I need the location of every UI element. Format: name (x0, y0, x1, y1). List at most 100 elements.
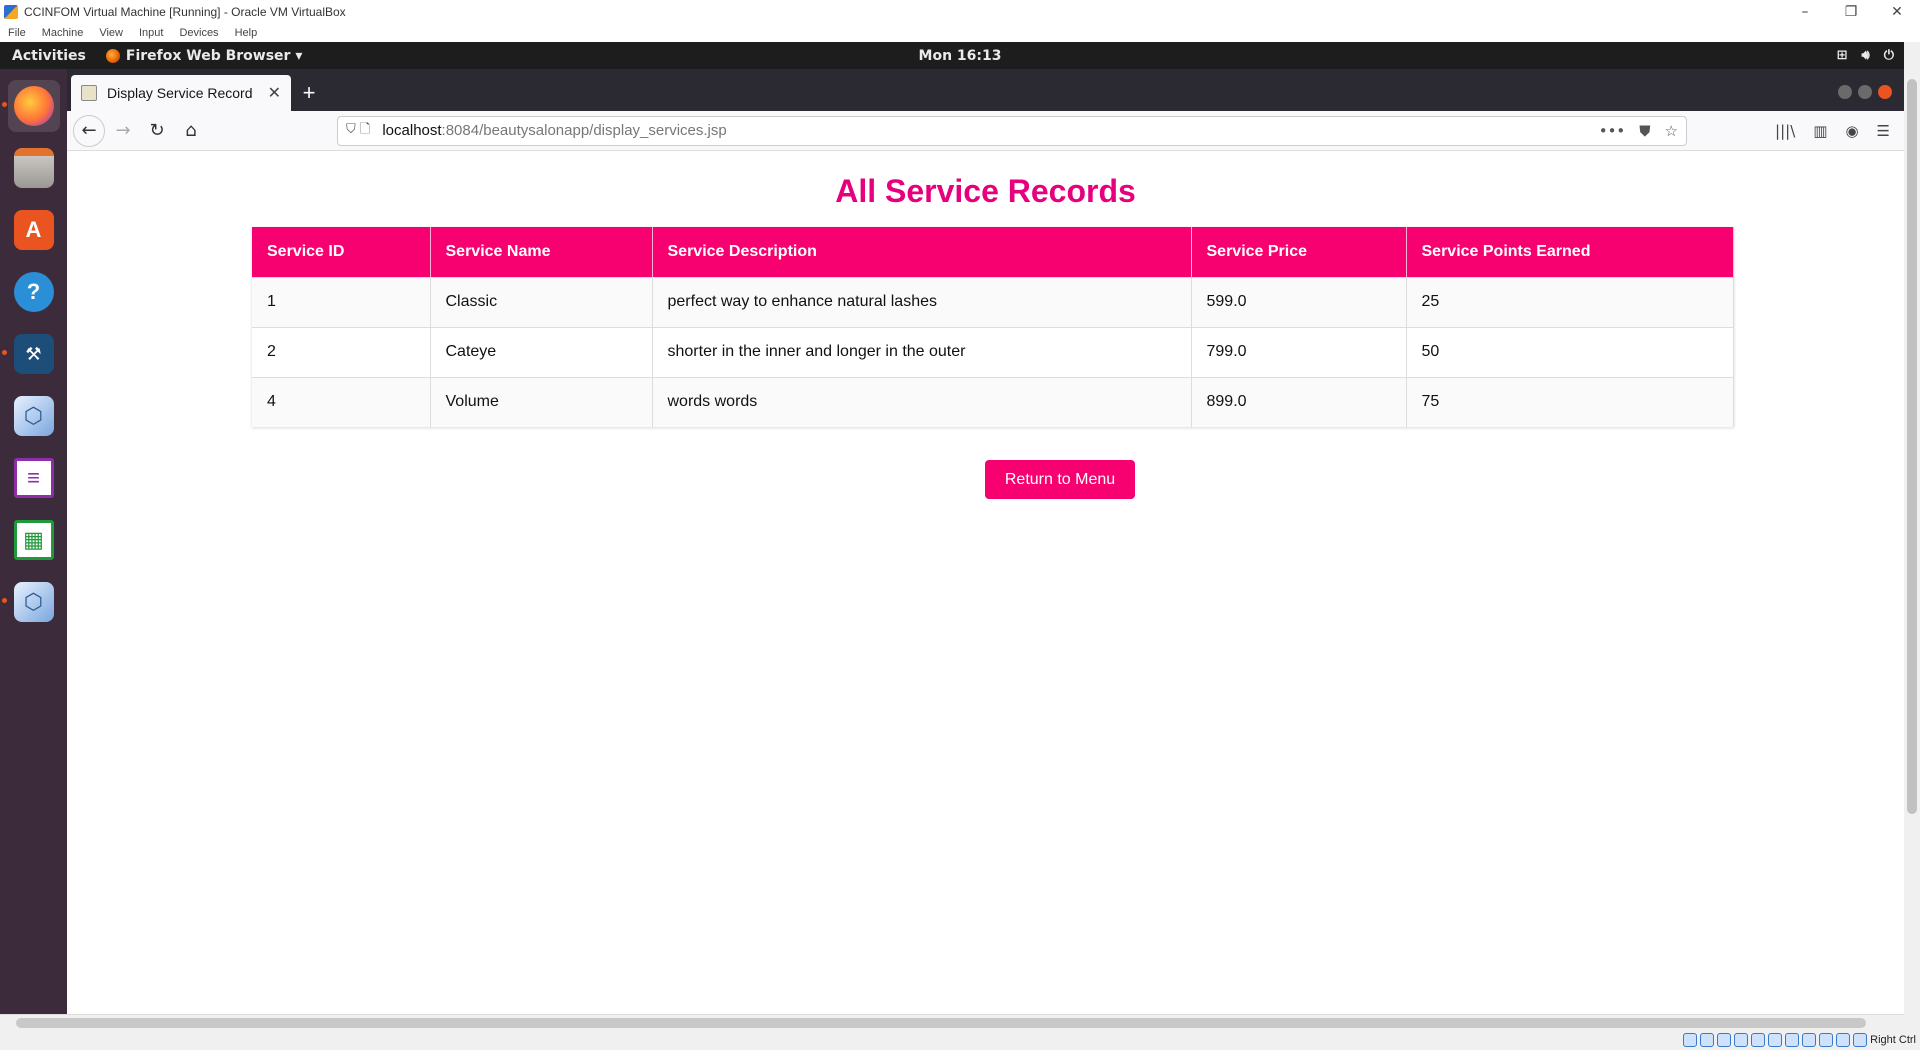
software-icon: A (13, 210, 54, 250)
app-menu[interactable]: Firefox Web Browser ▾ (105, 47, 303, 64)
cell-service-points: 75 (1406, 376, 1734, 427)
recording-icon[interactable] (1802, 1033, 1817, 1047)
shared-folders-icon[interactable] (1768, 1033, 1783, 1047)
host-window-title: CCINFOM Virtual Machine [Running] - Orac… (24, 5, 346, 19)
sidebar-icon[interactable]: ▥ (1813, 122, 1827, 140)
keyboard-capture-icon[interactable] (1853, 1033, 1868, 1047)
page-content: All Service Records Service ID Service N… (67, 151, 1904, 1014)
cell-service-name: Volume (430, 376, 653, 427)
display-icon[interactable] (1785, 1033, 1800, 1047)
activities-button[interactable]: Activities (12, 48, 86, 64)
page-actions-icon[interactable]: ••• (1599, 122, 1626, 140)
dock-firefox[interactable] (1, 80, 60, 132)
account-icon[interactable]: ◉ (1845, 122, 1858, 140)
power-icon: ⏻ (1883, 48, 1894, 63)
clock[interactable]: Mon 16:13 (919, 48, 1002, 64)
minimize-icon[interactable] (1838, 85, 1852, 99)
services-table: Service ID Service Name Service Descript… (252, 227, 1734, 427)
cell-service-price: 599.0 (1191, 276, 1407, 327)
menu-machine[interactable]: Machine (42, 27, 84, 39)
minimize-icon[interactable]: – (1782, 0, 1828, 24)
running-indicator (1, 102, 7, 107)
url-host: localhost (382, 122, 442, 139)
menu-devices[interactable]: Devices (179, 27, 218, 39)
app-menu-label: Firefox Web Browser (125, 47, 291, 64)
audio-icon[interactable] (1717, 1033, 1732, 1047)
back-button[interactable]: ← (73, 114, 105, 147)
scrollbar-thumb[interactable] (1907, 79, 1917, 814)
cell-service-description: shorter in the inner and longer in the o… (652, 326, 1192, 377)
page-title: All Service Records (835, 173, 1136, 209)
cell-service-description: perfect way to enhance natural lashes (652, 276, 1192, 327)
menu-input[interactable]: Input (139, 27, 163, 39)
cell-service-id: 1 (252, 276, 431, 327)
dock-mysql-workbench[interactable]: ⚒ (1, 328, 60, 380)
return-to-menu-button[interactable]: Return to Menu (985, 460, 1135, 499)
vertical-scrollbar[interactable] (1904, 69, 1920, 1014)
dock-files[interactable] (8, 142, 60, 194)
url-bar[interactable]: ⛉ 🗋︎ localhost :8084/beautysalonapp/disp… (337, 115, 1687, 146)
network-icon: ⊞ (1836, 48, 1848, 63)
menu-view[interactable]: View (99, 27, 123, 39)
help-icon: ? (13, 272, 54, 312)
cell-service-points: 50 (1406, 326, 1734, 377)
host-titlebar: CCINFOM Virtual Machine [Running] - Orac… (0, 0, 1920, 24)
cell-service-points: 25 (1406, 276, 1734, 327)
horizontal-scrollbar[interactable] (0, 1014, 1904, 1030)
window-controls (1838, 85, 1904, 111)
restore-icon[interactable]: ❐ (1828, 0, 1874, 24)
reload-button[interactable]: ↻ (141, 115, 173, 147)
bookmark-star-icon[interactable]: ☆ (1665, 122, 1678, 140)
system-tray[interactable]: ⊞ 🔊︎ ⏻ (1837, 48, 1894, 63)
spreadsheet-icon: ▦ (13, 520, 54, 560)
dock-help[interactable]: ? (8, 266, 60, 318)
dock-cube-app-2[interactable]: ⬡ (1, 576, 60, 628)
table-header-row: Service ID Service Name Service Descript… (252, 227, 1734, 277)
scrollbar-thumb[interactable] (16, 1018, 1866, 1028)
new-tab-button[interactable]: + (291, 75, 327, 111)
usb-icon[interactable] (1751, 1033, 1766, 1047)
column-header-service-name: Service Name (430, 227, 653, 277)
close-icon[interactable] (1878, 85, 1892, 99)
virtualization-icon[interactable] (1819, 1033, 1834, 1047)
firefox-window: Display Service Record ✕ + ← → ↻ ⌂ ⛉ 🗋︎ … (67, 69, 1904, 1014)
forward-button[interactable]: → (107, 115, 139, 147)
firefox-icon (105, 48, 120, 63)
dock-libreoffice-base[interactable]: ≡ (8, 452, 60, 504)
dock-software[interactable]: A (8, 204, 60, 256)
close-tab-icon[interactable]: ✕ (268, 83, 281, 103)
mouse-integration-icon[interactable] (1836, 1033, 1851, 1047)
column-header-service-id: Service ID (252, 227, 431, 277)
running-indicator (1, 350, 7, 355)
menu-file[interactable]: File (8, 27, 26, 39)
cell-service-price: 899.0 (1191, 376, 1407, 427)
tab-strip: Display Service Record ✕ + (67, 69, 1904, 111)
maximize-icon[interactable] (1858, 85, 1872, 99)
gnome-topbar: Activities Firefox Web Browser ▾ Mon 16:… (0, 42, 1904, 69)
dock-cube-app[interactable]: ⬡ (8, 390, 60, 442)
pocket-icon[interactable]: ⛊ (1639, 122, 1650, 140)
cube-icon: ⬡ (13, 396, 54, 436)
host-statusbar: Right Ctrl (0, 1030, 1920, 1050)
navigation-toolbar: ← → ↻ ⌂ ⛉ 🗋︎ localhost :8084/beautysalon… (67, 111, 1904, 151)
shield-icon[interactable]: ⛉ 🗋︎ (346, 120, 370, 142)
tab-display-service-record[interactable]: Display Service Record ✕ (71, 75, 291, 111)
mysql-workbench-icon: ⚒ (13, 334, 54, 374)
hard-disk-icon[interactable] (1683, 1033, 1698, 1047)
library-icon[interactable]: |||\ (1775, 122, 1795, 140)
chevron-down-icon: ▾ (290, 47, 303, 64)
page-favicon-icon (81, 85, 97, 101)
firefox-icon (13, 86, 54, 126)
cell-service-name: Classic (430, 276, 653, 327)
dock-libreoffice-calc[interactable]: ▦ (8, 514, 60, 566)
close-icon[interactable]: ✕ (1874, 0, 1920, 24)
running-indicator (1, 598, 7, 603)
menu-help[interactable]: Help (235, 27, 258, 39)
home-button[interactable]: ⌂ (175, 115, 207, 147)
menu-icon[interactable]: ☰ (1877, 122, 1890, 140)
virtualbox-icon (4, 5, 18, 19)
table-row: 1 Classic perfect way to enhance natural… (252, 276, 1734, 327)
volume-icon: 🔊︎ (1861, 48, 1870, 63)
optical-drive-icon[interactable] (1700, 1033, 1715, 1047)
network-icon[interactable] (1734, 1033, 1749, 1047)
